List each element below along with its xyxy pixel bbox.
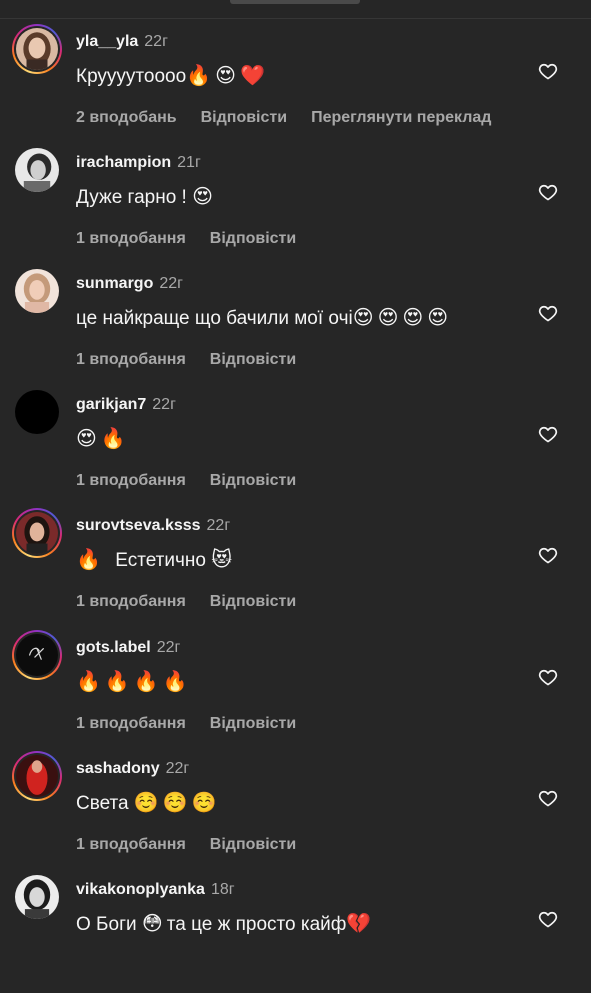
comment-text: О Боги 😳та це ж просто кайф💔 <box>76 910 375 938</box>
comment-text: це найкраще що бачили мої очі😍😍😍😍 <box>76 304 452 332</box>
comment-item: gots.label 22г 🔥🔥🔥🔥 1 вподобання Відповіст… <box>0 630 591 751</box>
avatar-photo <box>15 148 59 192</box>
likes-count[interactable]: 1 вподобання <box>76 593 186 610</box>
avatar-photo <box>16 755 58 797</box>
comment-time: 22г <box>206 517 231 534</box>
likes-count[interactable]: 2 вподобань <box>76 109 177 126</box>
reply-button[interactable]: Відповісти <box>210 351 296 368</box>
heart-outline-icon[interactable] <box>538 667 558 687</box>
avatar-photo <box>16 28 58 70</box>
avatar[interactable] <box>12 630 62 680</box>
comment-username[interactable]: sunmargo <box>76 275 153 292</box>
comment-item: sunmargo 22г це найкраще що бачили мої оч… <box>0 266 591 387</box>
comment-time: 22г <box>152 396 176 413</box>
comment-item: yla__yla 22г Круууутоооо🔥😍❤️ 2 вподобань В… <box>0 24 591 145</box>
avatar[interactable] <box>12 508 62 558</box>
comment-body: Естетично <box>115 550 212 571</box>
comment-body: та це ж просто кайф <box>166 914 347 935</box>
comment-item: vikakonoplyanka 18г О Боги 😳та це ж прост… <box>0 872 591 993</box>
comment-text: Света ☺️☺️☺️ <box>76 789 221 817</box>
comment-time: 21г <box>177 154 201 171</box>
comment-emoji: 💔 <box>346 911 376 935</box>
avatar[interactable] <box>12 387 62 437</box>
likes-count[interactable]: 1 вподобання <box>76 472 186 489</box>
comment-text: Круууутоооо🔥😍❤️ <box>76 62 269 90</box>
heart-outline-icon[interactable] <box>538 909 558 929</box>
comment-emoji-leading: 🔥 <box>76 547 116 571</box>
avatar-photo <box>15 269 59 313</box>
comment-emoji: 😍 <box>192 184 217 208</box>
reply-button[interactable]: Відповісти <box>210 230 296 247</box>
avatar[interactable] <box>12 266 62 316</box>
see-translation-button[interactable]: Переглянути переклад <box>311 109 491 126</box>
likes-count[interactable]: 1 вподобання <box>76 715 186 732</box>
avatar-photo <box>16 512 58 554</box>
comment-item: garikjan7 22г 😍🔥 1 вподобання Відповісти <box>0 387 591 508</box>
comment-body: Дуже гарно ! <box>76 187 193 208</box>
comment-username[interactable]: vikakonoplyanka <box>76 881 205 898</box>
reply-button[interactable]: Відповісти <box>210 472 296 489</box>
comment-text: 🔥 Естетично 😻 <box>76 546 236 574</box>
comment-body-leading: О Боги <box>76 914 142 935</box>
avatar-photo <box>15 875 59 919</box>
comments-list: yla__yla 22г Круууутоооо🔥😍❤️ 2 вподобань В… <box>0 0 591 935</box>
comment-text: Дуже гарно ! 😍 <box>76 183 217 211</box>
comment-emoji: ☺️☺️☺️ <box>133 790 221 814</box>
comment-emoji: 😍🔥 <box>76 426 130 450</box>
comment-time: 22г <box>165 760 190 777</box>
comment-text: 🔥🔥🔥🔥 <box>76 668 192 696</box>
avatar[interactable] <box>12 872 62 922</box>
heart-outline-icon[interactable] <box>538 182 558 202</box>
avatar[interactable] <box>12 751 62 801</box>
comment-body: це найкраще що бачили мої очі <box>76 308 353 329</box>
heart-outline-icon[interactable] <box>538 303 558 323</box>
heart-outline-icon[interactable] <box>538 61 558 81</box>
likes-count[interactable]: 1 вподобання <box>76 230 186 247</box>
comment-body: Круууутоооо <box>76 66 187 87</box>
comment-username[interactable]: sashadony <box>76 760 160 777</box>
avatar-photo <box>15 390 59 434</box>
comment-time: 22г <box>156 639 181 656</box>
comment-text: 😍🔥 <box>76 425 130 453</box>
gots-logo-avatar <box>16 634 58 676</box>
comment-emoji-inline: 😳 <box>141 911 167 935</box>
likes-count[interactable]: 1 вподобання <box>76 351 186 368</box>
likes-count[interactable]: 1 вподобання <box>76 836 186 853</box>
comment-time: 18г <box>210 881 235 898</box>
reply-button[interactable]: Відповісти <box>201 109 287 126</box>
comment-body: Света <box>76 793 134 814</box>
comment-item: surovtseva.ksss 22г 🔥 Естетично 😻 1 вподо… <box>0 508 591 629</box>
comment-username[interactable]: gots.label <box>76 639 151 656</box>
comment-username[interactable]: garikjan7 <box>76 396 146 413</box>
comment-time: 22г <box>159 275 183 292</box>
comment-item: sashadony 22г Света ☺️☺️☺️ 1 вподобання Ві… <box>0 751 591 872</box>
heart-outline-icon[interactable] <box>538 545 558 565</box>
reply-button[interactable]: Відповісти <box>210 593 296 610</box>
reply-button[interactable]: Відповісти <box>210 836 296 853</box>
reply-button[interactable]: Відповісти <box>210 715 296 732</box>
comment-item: irachampion 21г Дуже гарно ! 😍 1 вподобан… <box>0 145 591 266</box>
comment-username[interactable]: surovtseva.ksss <box>76 517 201 534</box>
comment-time: 22г <box>144 33 168 50</box>
comment-emoji: 😍😍😍😍 <box>352 305 453 329</box>
heart-outline-icon[interactable] <box>538 424 558 444</box>
heart-outline-icon[interactable] <box>538 788 558 808</box>
comment-emoji: 🔥😍❤️ <box>186 63 269 87</box>
comment-username[interactable]: yla__yla <box>76 33 138 50</box>
comment-username[interactable]: irachampion <box>76 154 171 171</box>
comment-emoji: 😻 <box>211 547 237 571</box>
comment-emoji: 🔥🔥🔥🔥 <box>76 669 192 693</box>
avatar[interactable] <box>12 24 62 74</box>
avatar[interactable] <box>12 145 62 195</box>
